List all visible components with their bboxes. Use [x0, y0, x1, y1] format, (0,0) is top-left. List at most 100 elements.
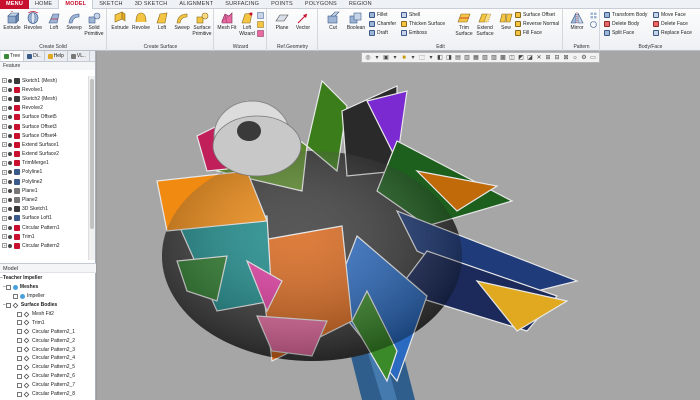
wizard-extra2-icon[interactable] [257, 21, 264, 28]
trim-surface-button[interactable]: Trim Surface [454, 11, 474, 41]
visibility-icon[interactable] [8, 179, 12, 184]
surface-body-item[interactable]: Circular Pattern2_8 [0, 390, 88, 399]
surface-primitive-button[interactable]: Surface Primitive [192, 11, 212, 41]
surface-bodies-checkbox[interactable] [5, 302, 11, 308]
feature-item[interactable]: + Revolve1 [0, 85, 88, 94]
expand-icon[interactable]: + [2, 105, 7, 111]
visibility-icon[interactable] [8, 133, 12, 138]
delete-face-button[interactable]: Delete Face [653, 20, 688, 28]
surface-body-item[interactable]: Trim1 [0, 318, 88, 327]
cut-button[interactable]: Cut [323, 11, 343, 41]
body-checkbox[interactable] [17, 347, 22, 353]
tab-display[interactable]: Di.. [24, 51, 45, 61]
visibility-icon[interactable] [8, 207, 12, 212]
expand-icon[interactable]: + [2, 96, 7, 102]
impeller-node[interactable]: Impeller [0, 292, 88, 301]
feature-item[interactable]: +3D Sketch1 [0, 205, 88, 214]
fill-face-button[interactable]: Fill Face [515, 29, 542, 37]
expand-icon[interactable]: + [2, 133, 7, 139]
expand-icon[interactable]: + [2, 151, 7, 157]
body-checkbox[interactable] [17, 311, 22, 317]
mesh-fit-button[interactable]: Mesh Fit [217, 11, 237, 41]
expand-icon[interactable]: + [2, 234, 7, 240]
expand-icon[interactable]: + [2, 124, 7, 130]
thicken-surface-button[interactable]: Thicken Surface [401, 20, 445, 28]
body-checkbox[interactable] [17, 320, 22, 326]
feature-item[interactable]: + Surface Offset4 [0, 131, 88, 140]
meshes-node[interactable]: − Meshes [0, 283, 88, 292]
expand-icon[interactable]: + [2, 197, 7, 203]
visibility-icon[interactable] [8, 188, 12, 193]
wizard-extra-icon[interactable] [257, 12, 264, 19]
surface-sweep-button[interactable]: Sweep [172, 11, 192, 41]
feature-item[interactable]: + Surface Loft1 [0, 214, 88, 223]
feature-item[interactable]: + TrimMerge1 [0, 159, 88, 168]
visibility-icon[interactable] [8, 96, 12, 101]
loft-wizard-button[interactable]: Loft Wizard [237, 11, 257, 41]
visibility-icon[interactable] [8, 87, 12, 92]
body-checkbox[interactable] [17, 329, 22, 335]
extend-surface-button[interactable]: Extend Surface [475, 11, 495, 41]
feature-item[interactable]: + Extend Surface1 [0, 140, 88, 149]
plane-button[interactable]: Plane [272, 11, 292, 41]
expand-icon[interactable]: + [2, 160, 7, 166]
visibility-icon[interactable] [8, 234, 12, 239]
tab-polygons[interactable]: POLYGONS [299, 0, 343, 9]
feature-item[interactable]: + Plane1 [0, 186, 88, 195]
sweep-button[interactable]: Sweep [64, 11, 84, 41]
expand-icon[interactable]: + [2, 206, 7, 212]
sew-button[interactable]: Sew [496, 11, 516, 41]
tab-menu[interactable]: MENU [0, 0, 29, 9]
visibility-icon[interactable] [8, 161, 12, 166]
feature-item[interactable]: + Circular Pattern1 [0, 223, 88, 232]
expand-icon[interactable]: + [2, 78, 7, 84]
visibility-icon[interactable] [8, 225, 12, 230]
tab-3d-sketch[interactable]: 3D SKETCH [129, 0, 174, 9]
split-face-button[interactable]: Split Face [604, 29, 634, 37]
pattern-linear-icon[interactable] [590, 12, 597, 19]
feature-item[interactable]: + Trim1 [0, 232, 88, 241]
feature-item[interactable]: + Plane2 [0, 195, 88, 204]
surface-body-item[interactable]: Circular Pattern2_7 [0, 381, 88, 390]
surface-body-item[interactable]: Circular Pattern2_3 [0, 345, 88, 354]
expand-icon[interactable]: + [2, 179, 7, 185]
model-root[interactable]: − Teacher Impeller [0, 274, 88, 283]
surface-offset-button[interactable]: Surface Offset [515, 11, 555, 19]
3d-viewport[interactable]: ◎ ▾ ▣ ▾ ■ ▾ ⬚ ▾ ◧ ◨ ▤ ▥ ▦ ▧ ▨ ▩ ◫ ◩ ◪ ✕ … [97, 51, 700, 400]
tab-surfacing[interactable]: SURFACING [219, 0, 265, 9]
surface-extrude-button[interactable]: Extrude [110, 11, 130, 41]
tab-alignment[interactable]: ALIGNMENT [173, 0, 219, 9]
tab-home[interactable]: HOME [29, 0, 58, 9]
delete-body-button[interactable]: Delete Body [604, 20, 639, 28]
feature-item[interactable]: + Surface Offset5 [0, 113, 88, 122]
tab-sketch[interactable]: SKETCH [93, 0, 129, 9]
impeller-checkbox[interactable] [13, 293, 18, 299]
body-checkbox[interactable] [17, 391, 22, 397]
surface-body-item[interactable]: Mesh Fit2 [0, 310, 88, 319]
visibility-icon[interactable] [8, 170, 12, 175]
tab-model[interactable]: MODEL [58, 0, 94, 9]
surface-body-item[interactable]: Circular Pattern2_6 [0, 372, 88, 381]
wizard-extra3-icon[interactable] [257, 30, 264, 37]
draft-button[interactable]: Draft [369, 29, 388, 37]
body-checkbox[interactable] [17, 338, 22, 344]
expand-icon[interactable]: + [2, 188, 7, 194]
feature-tree-scroll-thumb[interactable] [90, 79, 94, 229]
mirror-button[interactable]: Mirror [567, 11, 587, 41]
surface-body-item[interactable]: Circular Pattern2_4 [0, 354, 88, 363]
visibility-icon[interactable] [8, 106, 12, 111]
feature-item[interactable]: + Polyline2 [0, 177, 88, 186]
visibility-icon[interactable] [8, 78, 12, 83]
move-face-button[interactable]: Move Face [653, 11, 686, 19]
emboss-button[interactable]: Emboss [401, 29, 427, 37]
visibility-icon[interactable] [8, 152, 12, 157]
boolean-button[interactable]: Boolean [346, 11, 366, 41]
replace-face-button[interactable]: Replace Face [653, 29, 692, 37]
shell-button[interactable]: Shell [401, 11, 420, 19]
expand-icon[interactable]: + [2, 215, 7, 221]
feature-tree-scrollbar[interactable] [88, 76, 95, 260]
visibility-icon[interactable] [8, 216, 12, 221]
surface-body-item[interactable]: Circular Pattern2_2 [0, 336, 88, 345]
impeller-model[interactable] [97, 51, 700, 400]
surface-revolve-button[interactable]: Revolve [131, 11, 151, 41]
